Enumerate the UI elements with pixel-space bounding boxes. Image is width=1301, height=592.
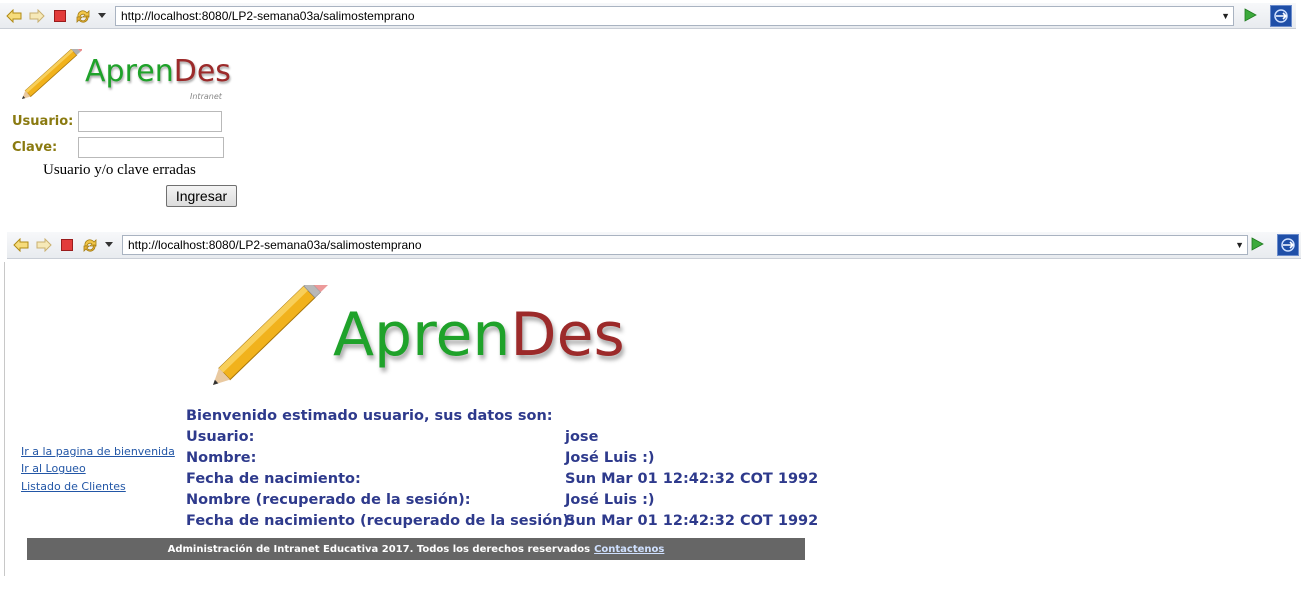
- logo-text-des: Des: [173, 54, 231, 89]
- info-label-fecha-sesion: Fecha de nacimiento (recuperado de la se…: [186, 513, 575, 529]
- ingresar-button[interactable]: Ingresar: [166, 185, 237, 207]
- go-icon[interactable]: [1243, 7, 1261, 25]
- welcome-heading: Bienvenido estimado usuario, sus datos s…: [186, 408, 553, 424]
- sidebar-link-logueo[interactable]: Ir al Logueo: [21, 462, 86, 475]
- back-arrow-icon[interactable]: [11, 235, 31, 255]
- clave-input[interactable]: [78, 137, 224, 158]
- logo-subtitle: Intranet: [190, 92, 222, 101]
- page-border: [4, 262, 5, 576]
- stop-icon[interactable]: [50, 6, 70, 26]
- info-value-nombre-sesion: José Luis :): [565, 492, 655, 508]
- stop-icon[interactable]: [57, 235, 77, 255]
- extension-icon[interactable]: [1270, 5, 1292, 27]
- info-label-nombre: Nombre:: [186, 450, 257, 466]
- login-error-message: Usuario y/o clave erradas: [43, 162, 196, 178]
- footer-contact-link[interactable]: Contactenos: [594, 544, 664, 555]
- logo-text-apren: Apren: [85, 54, 174, 89]
- forward-arrow-icon[interactable]: [27, 6, 47, 26]
- address-dropdown-icon[interactable]: ▼: [1235, 236, 1244, 254]
- pencil-icon: [213, 285, 328, 385]
- info-value-usuario: jose: [565, 429, 599, 445]
- info-value-fecha-sesion: Sun Mar 01 12:42:32 COT 1992: [565, 513, 819, 529]
- forward-arrow-icon[interactable]: [34, 235, 54, 255]
- login-logo: AprenDes Intranet: [18, 49, 231, 105]
- sidebar-link-clientes[interactable]: Listado de Clientes: [21, 480, 126, 493]
- logo-text-apren: Apren: [333, 300, 511, 370]
- menu-dropdown-icon[interactable]: [96, 6, 108, 26]
- info-value-fecha: Sun Mar 01 12:42:32 COT 1992: [565, 471, 819, 487]
- pencil-icon: [22, 49, 82, 99]
- browser-toolbar-bottom: http://localhost:8080/LP2-semana03a/sali…: [7, 232, 1301, 259]
- refresh-icon[interactable]: [80, 235, 100, 255]
- info-label-nombre-sesion: Nombre (recuperado de la sesión):: [186, 492, 471, 508]
- extension-icon[interactable]: [1277, 234, 1299, 256]
- browser-toolbar-top: http://localhost:8080/LP2-semana03a/sali…: [0, 3, 1296, 29]
- go-icon[interactable]: [1250, 236, 1268, 254]
- page-footer: Administración de Intranet Educativa 201…: [27, 538, 805, 560]
- address-bar-text: http://localhost:8080/LP2-semana03a/sali…: [121, 9, 415, 23]
- sidebar-link-bienvenida[interactable]: Ir a la pagina de bienvenida: [21, 445, 175, 458]
- address-dropdown-icon[interactable]: ▼: [1221, 7, 1230, 25]
- menu-dropdown-icon[interactable]: [103, 235, 115, 255]
- address-bar-text: http://localhost:8080/LP2-semana03a/sali…: [128, 238, 422, 252]
- back-arrow-icon[interactable]: [4, 6, 24, 26]
- info-label-fecha: Fecha de nacimiento:: [186, 471, 361, 487]
- clave-label: Clave:: [12, 140, 58, 155]
- info-label-usuario: Usuario:: [186, 429, 255, 445]
- refresh-icon[interactable]: [73, 6, 93, 26]
- usuario-label: Usuario:: [12, 114, 74, 129]
- usuario-input[interactable]: [78, 111, 222, 132]
- logo-text-des: Des: [510, 300, 625, 370]
- address-bar[interactable]: http://localhost:8080/LP2-semana03a/sali…: [122, 235, 1248, 255]
- address-bar[interactable]: http://localhost:8080/LP2-semana03a/sali…: [115, 6, 1234, 26]
- info-value-nombre: José Luis :): [565, 450, 655, 466]
- footer-text: Administración de Intranet Educativa 201…: [167, 543, 591, 555]
- welcome-logo: AprenDes: [205, 285, 625, 395]
